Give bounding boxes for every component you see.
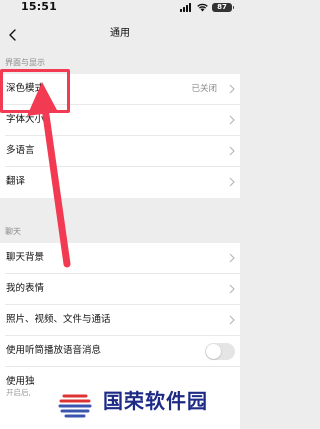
watermark: 国荣软件园 xyxy=(56,381,240,421)
watermark-logo-icon xyxy=(58,389,92,419)
annotation-arrow-icon xyxy=(27,82,71,268)
watermark-text: 国荣软件园 xyxy=(103,389,208,413)
